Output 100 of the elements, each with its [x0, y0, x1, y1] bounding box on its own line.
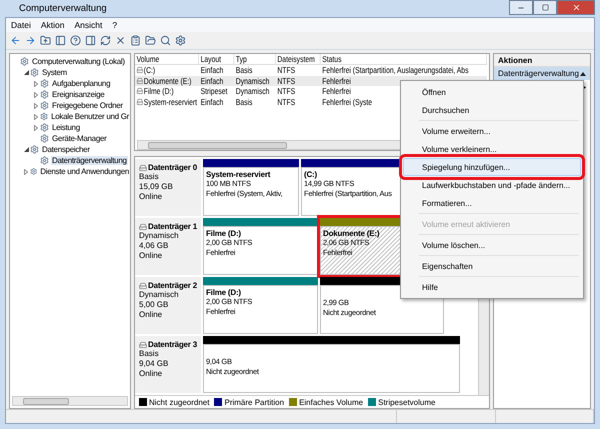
- drive-icon: [136, 98, 143, 106]
- table-cell: NTFS: [277, 86, 296, 96]
- tree-item[interactable]: System: [41, 68, 68, 77]
- gear-icon: [40, 101, 49, 110]
- table-cell: Fehlerfrei (Syste: [322, 96, 372, 107]
- panel-icon[interactable]: [55, 35, 66, 46]
- actions-group[interactable]: Datenträgerverwaltung: [494, 67, 590, 80]
- legend-label: Stripesetvolume: [378, 398, 436, 406]
- disk-name: Datenträger 2: [148, 281, 197, 290]
- search-icon[interactable]: [160, 35, 171, 46]
- maximize-icon: [542, 4, 548, 11]
- tree-item[interactable]: Datenträgerverwaltung: [51, 156, 128, 165]
- menu-item[interactable]: Volume erweitern...: [403, 122, 581, 140]
- disk-size: 15,09 GB: [139, 182, 174, 192]
- disk-status: Online: [139, 251, 164, 261]
- folder-icon[interactable]: [145, 35, 156, 46]
- help-icon[interactable]: [70, 35, 81, 46]
- menu-item[interactable]: Volume verkleinern...: [403, 140, 581, 158]
- disk-type: Dynamisch: [139, 231, 180, 241]
- table-cell: Fehlerfrei: [322, 76, 351, 86]
- table-cell: System-reserviert: [144, 96, 198, 107]
- gear-icon: [40, 90, 49, 99]
- tree-item[interactable]: Ereignisanzeige: [51, 90, 106, 99]
- settings-icon[interactable]: [175, 35, 186, 46]
- gear-icon: [40, 79, 49, 88]
- menu-item[interactable]: Ansicht: [74, 20, 102, 30]
- column-header[interactable]: Dateisystem: [276, 54, 321, 65]
- table-cell: (C:): [144, 65, 156, 76]
- refresh-icon[interactable]: [100, 35, 111, 46]
- drive-icon: [139, 222, 147, 230]
- disk-type: Basis: [139, 349, 160, 359]
- collapsed-arrow-icon[interactable]: [24, 168, 28, 174]
- drive-icon: [139, 282, 147, 290]
- disk-status: Online: [139, 310, 164, 320]
- collapsed-arrow-icon[interactable]: [34, 102, 38, 108]
- column-header[interactable]: Volume: [135, 54, 199, 65]
- table-cell: NTFS: [277, 76, 296, 86]
- drive-icon: [139, 340, 147, 348]
- panel-icon[interactable]: [85, 35, 96, 46]
- gear-icon: [30, 167, 38, 176]
- column-header[interactable]: Layout: [199, 54, 234, 65]
- clipboard-icon[interactable]: [130, 35, 141, 46]
- tree-item[interactable]: Leistung: [51, 123, 81, 132]
- disk-type: Basis: [139, 172, 160, 182]
- scrollbar[interactable]: [12, 396, 128, 406]
- collapse-arrow-icon[interactable]: [580, 72, 586, 76]
- collapsed-arrow-icon[interactable]: [34, 114, 38, 120]
- table-cell: Dynamisch: [236, 86, 270, 96]
- tree-item[interactable]: Geräte-Manager: [51, 134, 108, 143]
- disk-info-panel[interactable]: Datenträger 3 Basis 9,04 GB Online: [135, 336, 201, 393]
- forward-icon[interactable]: [25, 35, 36, 46]
- back-icon[interactable]: [10, 35, 21, 46]
- table-cell: Fehlerfrei: [322, 86, 351, 96]
- disk-size: 9,04 GB: [139, 359, 170, 369]
- table-cell: Stripeset: [200, 86, 228, 96]
- disk-info-panel[interactable]: Datenträger 1 Dynamisch 4,06 GB Online: [135, 218, 201, 275]
- legend-label: Nicht zugeordnet: [149, 398, 210, 406]
- disk-size: 5,00 GB: [139, 300, 170, 310]
- disk-name: Datenträger 3: [148, 340, 197, 349]
- drive-icon: [136, 66, 143, 74]
- disk-info-panel[interactable]: Datenträger 0 Basis 15,09 GB Online: [135, 159, 201, 216]
- delete-icon[interactable]: [115, 35, 126, 46]
- disk-type: Dynamisch: [139, 290, 180, 300]
- expanded-arrow-icon[interactable]: [24, 147, 28, 152]
- actions-header: Aktionen: [494, 54, 590, 67]
- menu-item[interactable]: Aktion: [40, 20, 64, 30]
- minimize-button[interactable]: [509, 0, 533, 15]
- column-header[interactable]: Status: [320, 54, 487, 65]
- gear-icon: [40, 156, 49, 165]
- menu-item[interactable]: Datei: [11, 20, 31, 30]
- window-title: Computerverwaltung: [18, 3, 107, 14]
- gear-icon: [30, 68, 39, 77]
- drive-icon: [136, 87, 143, 96]
- table-cell: Einfach: [200, 96, 224, 107]
- column-header[interactable]: Typ: [234, 54, 276, 65]
- tree-item[interactable]: Freigegebene Ordner: [51, 101, 124, 110]
- close-icon: [572, 3, 580, 12]
- menu-item[interactable]: Öffnen: [403, 83, 581, 101]
- disk-status: Online: [139, 369, 164, 379]
- tree-item[interactable]: Lokale Benutzer und Gr: [50, 112, 130, 121]
- disk-name: Datenträger 0: [148, 163, 197, 172]
- gear-icon: [30, 145, 39, 154]
- disk-info-panel[interactable]: Datenträger 2 Dynamisch 5,00 GB Online: [135, 277, 201, 334]
- expanded-arrow-icon[interactable]: [24, 70, 28, 75]
- collapsed-arrow-icon[interactable]: [34, 124, 38, 130]
- menu-item[interactable]: Durchsuchen: [403, 101, 581, 119]
- gear-icon: [40, 134, 49, 143]
- collapsed-arrow-icon[interactable]: [34, 80, 38, 86]
- drive-icon: [136, 76, 143, 85]
- menu-item[interactable]: ?: [112, 20, 118, 30]
- table-cell: Fehlerfrei (Startpartition, Auslagerungsdatei, Abs: [322, 65, 468, 76]
- tree-item[interactable]: Aufgabenplanung: [51, 79, 112, 88]
- table-cell: Dynamisch: [236, 76, 270, 86]
- collapsed-arrow-icon[interactable]: [34, 92, 38, 98]
- tree-item[interactable]: Datenspeicher: [41, 145, 91, 154]
- tree-item[interactable]: Dienste und Anwendungen: [39, 167, 130, 176]
- maximize-button[interactable]: [533, 0, 557, 15]
- tree-item[interactable]: Computerverwaltung (Lokal): [31, 57, 126, 66]
- folder-up-icon[interactable]: [40, 35, 51, 46]
- gear-icon: [40, 112, 48, 121]
